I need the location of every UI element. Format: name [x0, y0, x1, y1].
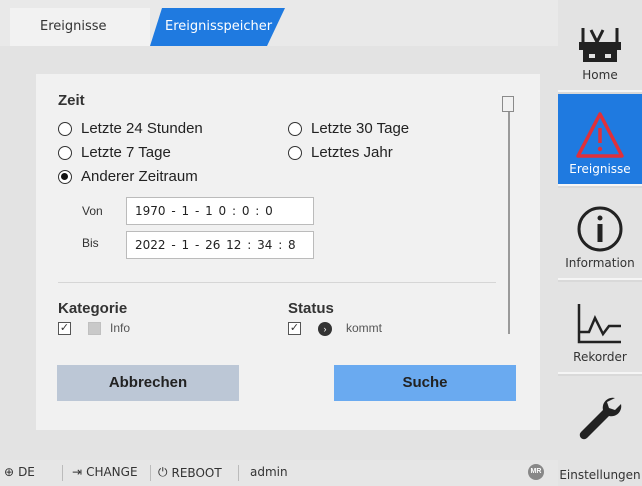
- search-button[interactable]: Suche: [334, 365, 516, 401]
- nav-label-einstellungen: Einstellungen: [559, 468, 641, 482]
- radio-last-7-days[interactable]: Letzte 7 Tage: [58, 144, 171, 161]
- reboot-button[interactable]: ⏻ REBOOT: [158, 465, 222, 480]
- change-label: CHANGE: [86, 465, 138, 479]
- status-section-title: Status: [288, 300, 334, 317]
- radio-last-24-hours[interactable]: Letzte 24 Stunden: [58, 120, 203, 137]
- nav-item-information[interactable]: Information: [558, 188, 642, 280]
- radio-icon: [58, 121, 72, 136]
- divider: [58, 282, 496, 283]
- radio-label: Letzte 7 Tage: [81, 144, 171, 161]
- wrench-icon: [579, 397, 622, 440]
- change-button[interactable]: ⇥ CHANGE: [72, 465, 138, 479]
- power-icon: ⏻: [158, 465, 168, 479]
- language-label: DE: [18, 465, 35, 479]
- nav-item-home[interactable]: Home: [558, 0, 642, 92]
- cancel-button[interactable]: Abbrechen: [57, 365, 239, 401]
- radio-icon: [288, 121, 302, 136]
- scrollbar-thumb[interactable]: [502, 96, 514, 112]
- nav-label-home: Home: [582, 68, 618, 82]
- category-checkbox[interactable]: ✓: [58, 322, 71, 335]
- radio-label: Letztes Jahr: [311, 144, 393, 161]
- mr-logo-icon: MR: [528, 464, 544, 480]
- info-icon: [577, 206, 623, 252]
- status-bar: ⊕ DE ⇥ CHANGE ⏻ REBOOT admin: [0, 460, 558, 486]
- warning-icon: [576, 112, 624, 158]
- radio-label: Letzte 24 Stunden: [81, 120, 203, 137]
- to-label: Bis: [82, 236, 99, 250]
- transformer-icon: [579, 28, 621, 62]
- from-label: Von: [82, 204, 103, 218]
- category-info-label: Info: [110, 321, 131, 335]
- tab-ereignisse[interactable]: Ereignisse: [10, 8, 150, 46]
- nav-label-ereignisse: Ereignisse: [569, 162, 631, 176]
- from-datetime-field[interactable]: 1970 - 1 - 1 0 : 0 : 0: [126, 197, 314, 225]
- tab-bar: Ereignisse Ereignisspeicher: [0, 0, 558, 46]
- category-color-swatch: [88, 322, 101, 335]
- scrollbar-track[interactable]: [508, 96, 510, 334]
- nav-item-einstellungen[interactable]: Einstellungen: [558, 376, 642, 486]
- user-label: admin: [250, 465, 288, 479]
- reboot-label: REBOOT: [171, 465, 222, 480]
- side-navigation: Home Ereignisse Information Rekorder Ein…: [558, 0, 642, 486]
- tab-ereignisspeicher[interactable]: Ereignisspeicher: [150, 8, 285, 46]
- user-name: admin: [250, 465, 288, 479]
- radio-last-year[interactable]: Letztes Jahr: [288, 144, 393, 161]
- nav-label-rekorder: Rekorder: [573, 350, 627, 364]
- separator: [150, 465, 151, 481]
- radio-icon: [288, 145, 302, 160]
- tab-ereignisspeicher-label: Ereignisspeicher: [165, 19, 273, 34]
- radio-icon: [58, 145, 72, 160]
- language-selector[interactable]: ⊕ DE: [4, 465, 35, 479]
- category-section-title: Kategorie: [58, 300, 128, 317]
- radio-selected-icon: [58, 169, 72, 184]
- separator: [238, 465, 239, 481]
- globe-icon: ⊕: [4, 465, 15, 479]
- login-icon: ⇥: [72, 465, 83, 479]
- separator: [62, 465, 63, 481]
- tab-ereignisse-label: Ereignisse: [40, 19, 107, 34]
- nav-label-information: Information: [565, 256, 635, 270]
- radio-label: Anderer Zeitraum: [81, 168, 198, 185]
- radio-custom-range[interactable]: Anderer Zeitraum: [58, 168, 198, 185]
- radio-label: Letzte 30 Tage: [311, 120, 410, 137]
- status-kommt-label: kommt: [346, 321, 382, 335]
- to-datetime-field[interactable]: 2022 - 1 - 26 12 : 34 : 8: [126, 231, 314, 259]
- chart-icon: [577, 304, 621, 344]
- nav-item-rekorder[interactable]: Rekorder: [558, 282, 642, 374]
- time-section-title: Zeit: [58, 92, 85, 109]
- status-arrow-icon: ›: [318, 322, 332, 336]
- nav-item-ereignisse[interactable]: Ereignisse: [558, 94, 642, 186]
- status-checkbox[interactable]: ✓: [288, 322, 301, 335]
- radio-last-30-days[interactable]: Letzte 30 Tage: [288, 120, 409, 137]
